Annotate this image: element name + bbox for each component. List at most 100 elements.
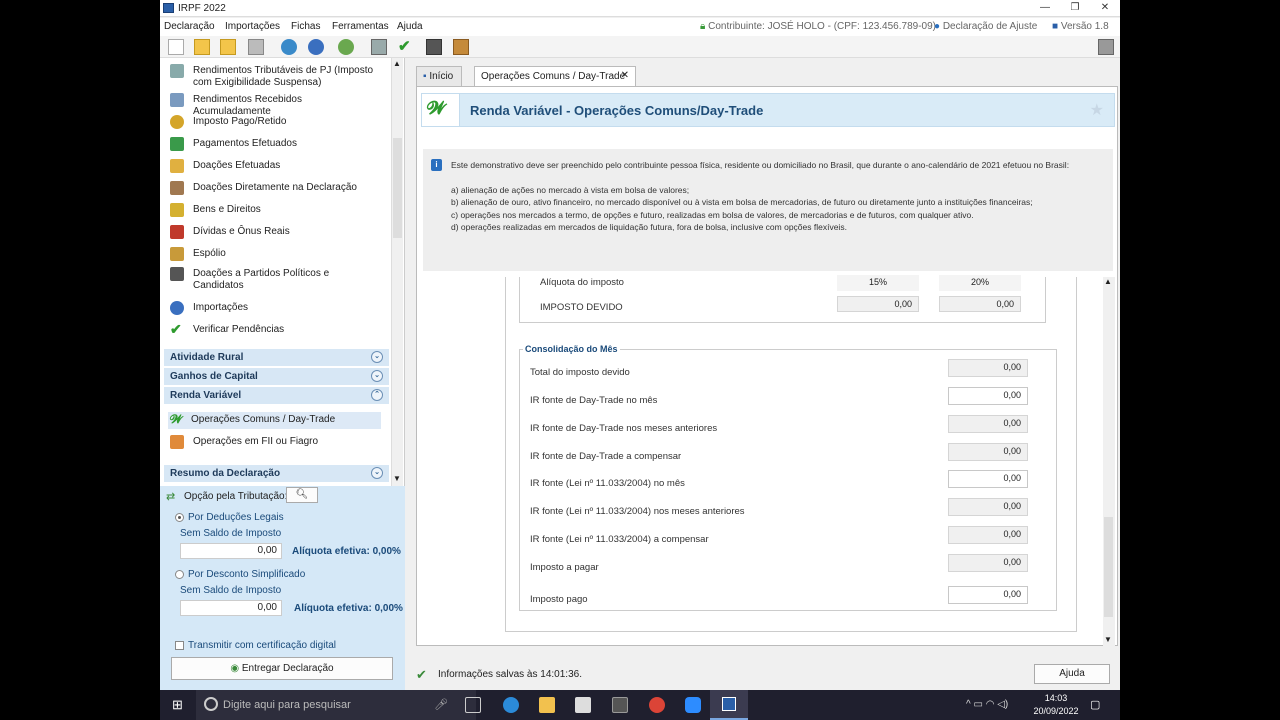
tab-inicio[interactable]: ▪ Início bbox=[416, 66, 462, 86]
party-icon bbox=[170, 267, 184, 281]
calculator-icon[interactable] bbox=[426, 39, 442, 55]
tributacao-label: Opção pela Tributação: bbox=[184, 491, 288, 502]
open-folder-icon[interactable] bbox=[194, 39, 210, 55]
search-button[interactable]: 🔍︎ bbox=[286, 487, 318, 503]
sidebar-item-fii[interactable]: Operações em FII ou Fiagro bbox=[170, 435, 390, 451]
consolidacao-row-label: Imposto a pagar bbox=[530, 562, 599, 573]
sidebar-item-rra[interactable]: Rendimentos Recebidos Acumuladamente bbox=[170, 93, 390, 117]
sidebar-item-label: Bens e Direitos bbox=[193, 204, 261, 215]
coins-icon bbox=[170, 115, 184, 129]
scroll-thumb[interactable] bbox=[1104, 517, 1113, 617]
calculator-icon[interactable] bbox=[612, 697, 628, 713]
transmit-icon[interactable] bbox=[338, 39, 354, 55]
sidebar-item-doacoes[interactable]: Doações Efetuadas bbox=[170, 159, 390, 175]
info-item-d: d) operações realizadas em mercados de l… bbox=[451, 222, 847, 233]
windows-start-icon[interactable]: ⊞ bbox=[172, 698, 186, 712]
menu-ajuda[interactable]: Ajuda bbox=[397, 21, 423, 32]
task-view-icon[interactable] bbox=[465, 697, 481, 713]
taskbar-search[interactable]: Digite aqui para pesquisar 🎤︎ bbox=[196, 690, 476, 720]
menu-ferramentas[interactable]: Ferramentas bbox=[332, 21, 389, 32]
sidebar-item-pagamentos[interactable]: Pagamentos Efetuados bbox=[170, 137, 390, 153]
sidebar-item-doacoes-partidos[interactable]: Doações a Partidos Políticos e Candidato… bbox=[170, 267, 390, 293]
scroll-down-icon[interactable]: ▼ bbox=[1104, 635, 1112, 644]
sidebar-scrollbar[interactable]: ▲ ▼ bbox=[391, 58, 403, 486]
close-button[interactable]: ✕ bbox=[1090, 0, 1120, 17]
content-scrollbar[interactable]: ▲ ▼ bbox=[1103, 277, 1115, 647]
check-icon[interactable]: ✔ bbox=[398, 39, 414, 55]
favorite-star-icon[interactable]: ★ bbox=[1090, 100, 1104, 120]
consolidacao-row-label: IR fonte de Day-Trade no mês bbox=[530, 395, 658, 406]
zoom-icon[interactable] bbox=[685, 697, 701, 713]
radio-deducoes[interactable] bbox=[175, 513, 184, 522]
exit-icon[interactable] bbox=[1098, 39, 1114, 55]
section-label: Atividade Rural bbox=[170, 352, 244, 363]
sidebar-item-doacoes-diretamente[interactable]: Doações Diretamente na Declaração bbox=[170, 181, 390, 197]
sidebar-item-importacoes[interactable]: Importações bbox=[170, 301, 390, 317]
trash-icon[interactable] bbox=[248, 39, 264, 55]
scroll-up-icon[interactable]: ▲ bbox=[1104, 277, 1112, 286]
ajuda-button[interactable]: Ajuda bbox=[1034, 664, 1110, 684]
sidebar-item-rendimentos-pj[interactable]: Rendimentos Tributáveis de PJ (Imposto c… bbox=[170, 64, 390, 90]
minimize-button[interactable]: — bbox=[1030, 0, 1060, 17]
radio-simplificado[interactable] bbox=[175, 570, 184, 579]
section-label: Resumo da Declaração bbox=[170, 468, 281, 479]
clock-time[interactable]: 14:03 bbox=[1036, 693, 1076, 703]
section-label: Ganhos de Capital bbox=[170, 371, 258, 382]
title-bar: IRPF 2022 — ❐ ✕ bbox=[160, 0, 1120, 17]
scroll-down-icon[interactable]: ▼ bbox=[393, 474, 401, 483]
search-icon: 🔍︎ bbox=[295, 489, 309, 500]
globe-icon[interactable] bbox=[281, 39, 297, 55]
microphone-icon[interactable]: 🎤︎ bbox=[434, 698, 448, 711]
help-book-icon[interactable] bbox=[453, 39, 469, 55]
notification-icon[interactable]: ▢ bbox=[1090, 698, 1100, 711]
sidebar-item-label: Doações Efetuadas bbox=[193, 160, 281, 171]
sidebar-item-verificar[interactable]: ✔ Verificar Pendências bbox=[170, 322, 390, 339]
transmit-checkbox[interactable] bbox=[175, 641, 184, 650]
consolidacao-row-label: IR fonte de Day-Trade a compensar bbox=[530, 451, 682, 462]
menu-fichas[interactable]: Fichas bbox=[291, 21, 320, 32]
entregar-button[interactable]: ◉ Entregar Declaração bbox=[171, 657, 393, 680]
clock-date[interactable]: 20/09/2022 bbox=[1028, 706, 1084, 716]
chrome-icon[interactable] bbox=[649, 697, 665, 713]
consolidacao-row-value[interactable]: 0,00 bbox=[948, 586, 1028, 604]
section-atividade-rural[interactable]: Atividade Rural ⌄ bbox=[164, 349, 389, 366]
globe-send-icon: ◉ bbox=[230, 663, 240, 674]
explorer-icon[interactable] bbox=[539, 697, 555, 713]
irpf-taskbar-button[interactable] bbox=[710, 690, 748, 720]
scroll-up-icon[interactable]: ▲ bbox=[393, 59, 401, 68]
tab-operacoes-comuns[interactable]: Operações Comuns / Day-Trade ✕ bbox=[474, 66, 636, 86]
new-file-icon[interactable] bbox=[168, 39, 184, 55]
sidebar-item-espolio[interactable]: Espólio bbox=[170, 247, 390, 263]
sidebar: Rendimentos Tributáveis de PJ (Imposto c… bbox=[160, 58, 405, 486]
folder-icon[interactable] bbox=[220, 39, 236, 55]
consolidacao-row-value[interactable]: 0,00 bbox=[948, 387, 1028, 405]
sidebar-item-imposto-pago[interactable]: Imposto Pago/Retido bbox=[170, 115, 390, 131]
chevron-down-icon: ⌄ bbox=[371, 351, 383, 363]
imposto-devido-15: 0,00 bbox=[837, 296, 919, 312]
sidebar-item-label: Espólio bbox=[193, 248, 226, 259]
menu-importacoes[interactable]: Importações bbox=[225, 21, 280, 32]
maximize-button[interactable]: ❐ bbox=[1060, 0, 1090, 17]
arrows-icon: ⇄ bbox=[166, 491, 176, 503]
consolidacao-row-value[interactable]: 0,00 bbox=[948, 470, 1028, 488]
main-panel: ▪ Início Operações Comuns / Day-Trade ✕ 𝓦… bbox=[410, 62, 1118, 660]
consolidacao-row-label: IR fonte de Day-Trade nos meses anterior… bbox=[530, 423, 718, 434]
print-icon[interactable] bbox=[371, 39, 387, 55]
receita-icon[interactable] bbox=[308, 39, 324, 55]
sidebar-item-operacoes-comuns[interactable]: 𝓦 Operações Comuns / Day-Trade bbox=[168, 412, 381, 429]
aliquota-15: 15% bbox=[837, 275, 919, 291]
tray-icons[interactable]: ^ ▭ ◠ ◁) bbox=[966, 699, 1008, 710]
sidebar-item-bens-direitos[interactable]: Bens e Direitos bbox=[170, 203, 390, 219]
menu-declaracao[interactable]: Declaração bbox=[164, 21, 215, 32]
close-tab-icon[interactable]: ✕ bbox=[621, 70, 629, 81]
store-icon[interactable] bbox=[575, 697, 591, 713]
section-resumo[interactable]: Resumo da Declaração ⌄ bbox=[164, 465, 389, 482]
sem-saldo-label-2: Sem Saldo de Imposto bbox=[180, 585, 282, 596]
section-renda-variavel[interactable]: Renda Variável ⌃ bbox=[164, 387, 389, 404]
scroll-thumb[interactable] bbox=[393, 138, 402, 238]
edge-icon[interactable] bbox=[503, 697, 519, 713]
consolidacao-row-label: IR fonte (Lei nº 11.033/2004) a compensa… bbox=[530, 534, 709, 545]
version-icon: ■ bbox=[1052, 21, 1059, 32]
section-ganhos-capital[interactable]: Ganhos de Capital ⌄ bbox=[164, 368, 389, 385]
sidebar-item-dividas[interactable]: Dívidas e Ônus Reais bbox=[170, 225, 390, 241]
